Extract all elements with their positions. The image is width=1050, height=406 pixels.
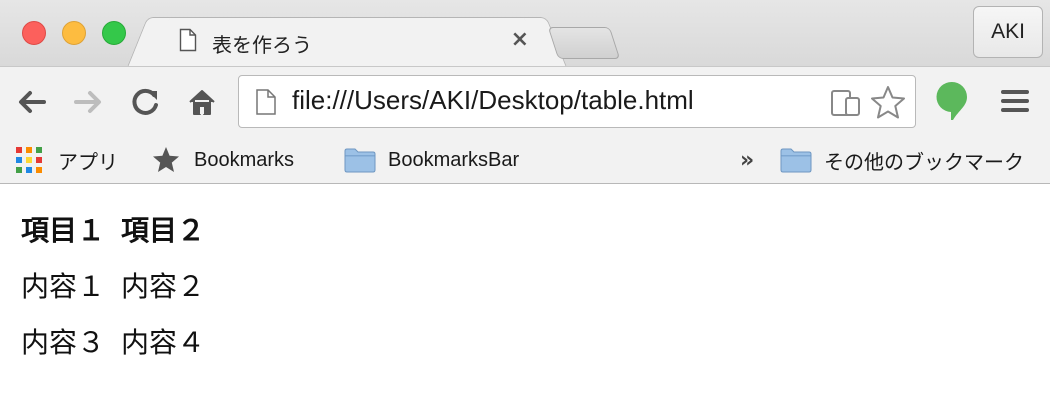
address-bar[interactable]: file:///Users/AKI/Desktop/table.html (238, 75, 916, 128)
apps-grid-icon (16, 147, 42, 173)
tab-title: 表を作ろう (212, 33, 312, 57)
home-icon[interactable] (184, 87, 220, 117)
bookmark-bookmarks[interactable]: Bookmarks (152, 136, 294, 184)
url-text[interactable]: file:///Users/AKI/Desktop/table.html (292, 85, 694, 116)
table-header-cell: 項目２ (121, 214, 206, 247)
back-arrow-icon[interactable] (14, 87, 50, 117)
star-icon (153, 147, 179, 172)
page-icon (256, 89, 276, 115)
bookmark-bookmarksbar-label: BookmarksBar (388, 148, 520, 171)
table-cell: 内容３ (21, 326, 106, 359)
document-icon (179, 28, 197, 52)
content-table: 項目１ 項目２ 内容１ 内容２ 内容３ 内容４ (19, 205, 219, 373)
device-mode-icon[interactable] (830, 88, 862, 118)
folder-icon (780, 148, 812, 173)
window-minimize-button[interactable] (62, 21, 86, 45)
forward-arrow-icon[interactable] (70, 87, 106, 117)
new-tab-button[interactable] (547, 27, 621, 59)
profile-button[interactable]: AKI (973, 6, 1043, 58)
table-row: 内容３ 内容４ (19, 317, 219, 373)
bookmark-bookmarks-label: Bookmarks (194, 148, 295, 171)
bookmark-apps-label: アプリ (58, 149, 118, 174)
bookmark-folder-bookmarksbar[interactable]: BookmarksBar (344, 136, 519, 184)
bookmarks-bar: アプリ Bookmarks BookmarksBar » その他のブックマーク (0, 136, 1050, 184)
navigation-toolbar: file:///Users/AKI/Desktop/table.html (0, 66, 1050, 136)
active-tab[interactable]: 表を作ろう × (148, 17, 546, 67)
reload-icon[interactable] (128, 87, 164, 117)
table-header-row: 項目１ 項目２ (19, 205, 219, 261)
window-close-button[interactable] (22, 21, 46, 45)
window-maximize-button[interactable] (102, 21, 126, 45)
tab-strip: 表を作ろう × AKI (0, 0, 1050, 67)
folder-icon (344, 148, 376, 173)
browser-window: 表を作ろう × AKI file:///Users/AKI/Desktop/ta… (0, 0, 1050, 406)
chevron-double-right-icon: » (740, 147, 755, 173)
hamburger-menu-icon[interactable] (1000, 87, 1030, 115)
bookmark-star-icon[interactable] (870, 85, 906, 119)
table-row: 内容１ 内容２ (19, 261, 219, 317)
table-cell: 内容４ (121, 326, 206, 359)
table-header-cell: 項目１ (21, 214, 106, 247)
page-content: 項目１ 項目２ 内容１ 内容２ 内容３ 内容４ (0, 185, 1050, 406)
extension-icon[interactable] (934, 80, 970, 122)
bookmark-folder-other[interactable]: その他のブックマーク (780, 136, 1024, 184)
bookmark-apps[interactable]: アプリ (16, 136, 118, 184)
table-cell: 内容２ (121, 270, 206, 303)
bookmarks-overflow[interactable]: » (740, 136, 754, 184)
bookmark-other-label: その他のブックマーク (824, 149, 1024, 174)
table-cell: 内容１ (21, 270, 106, 303)
tab-close-icon[interactable]: × (511, 27, 529, 52)
